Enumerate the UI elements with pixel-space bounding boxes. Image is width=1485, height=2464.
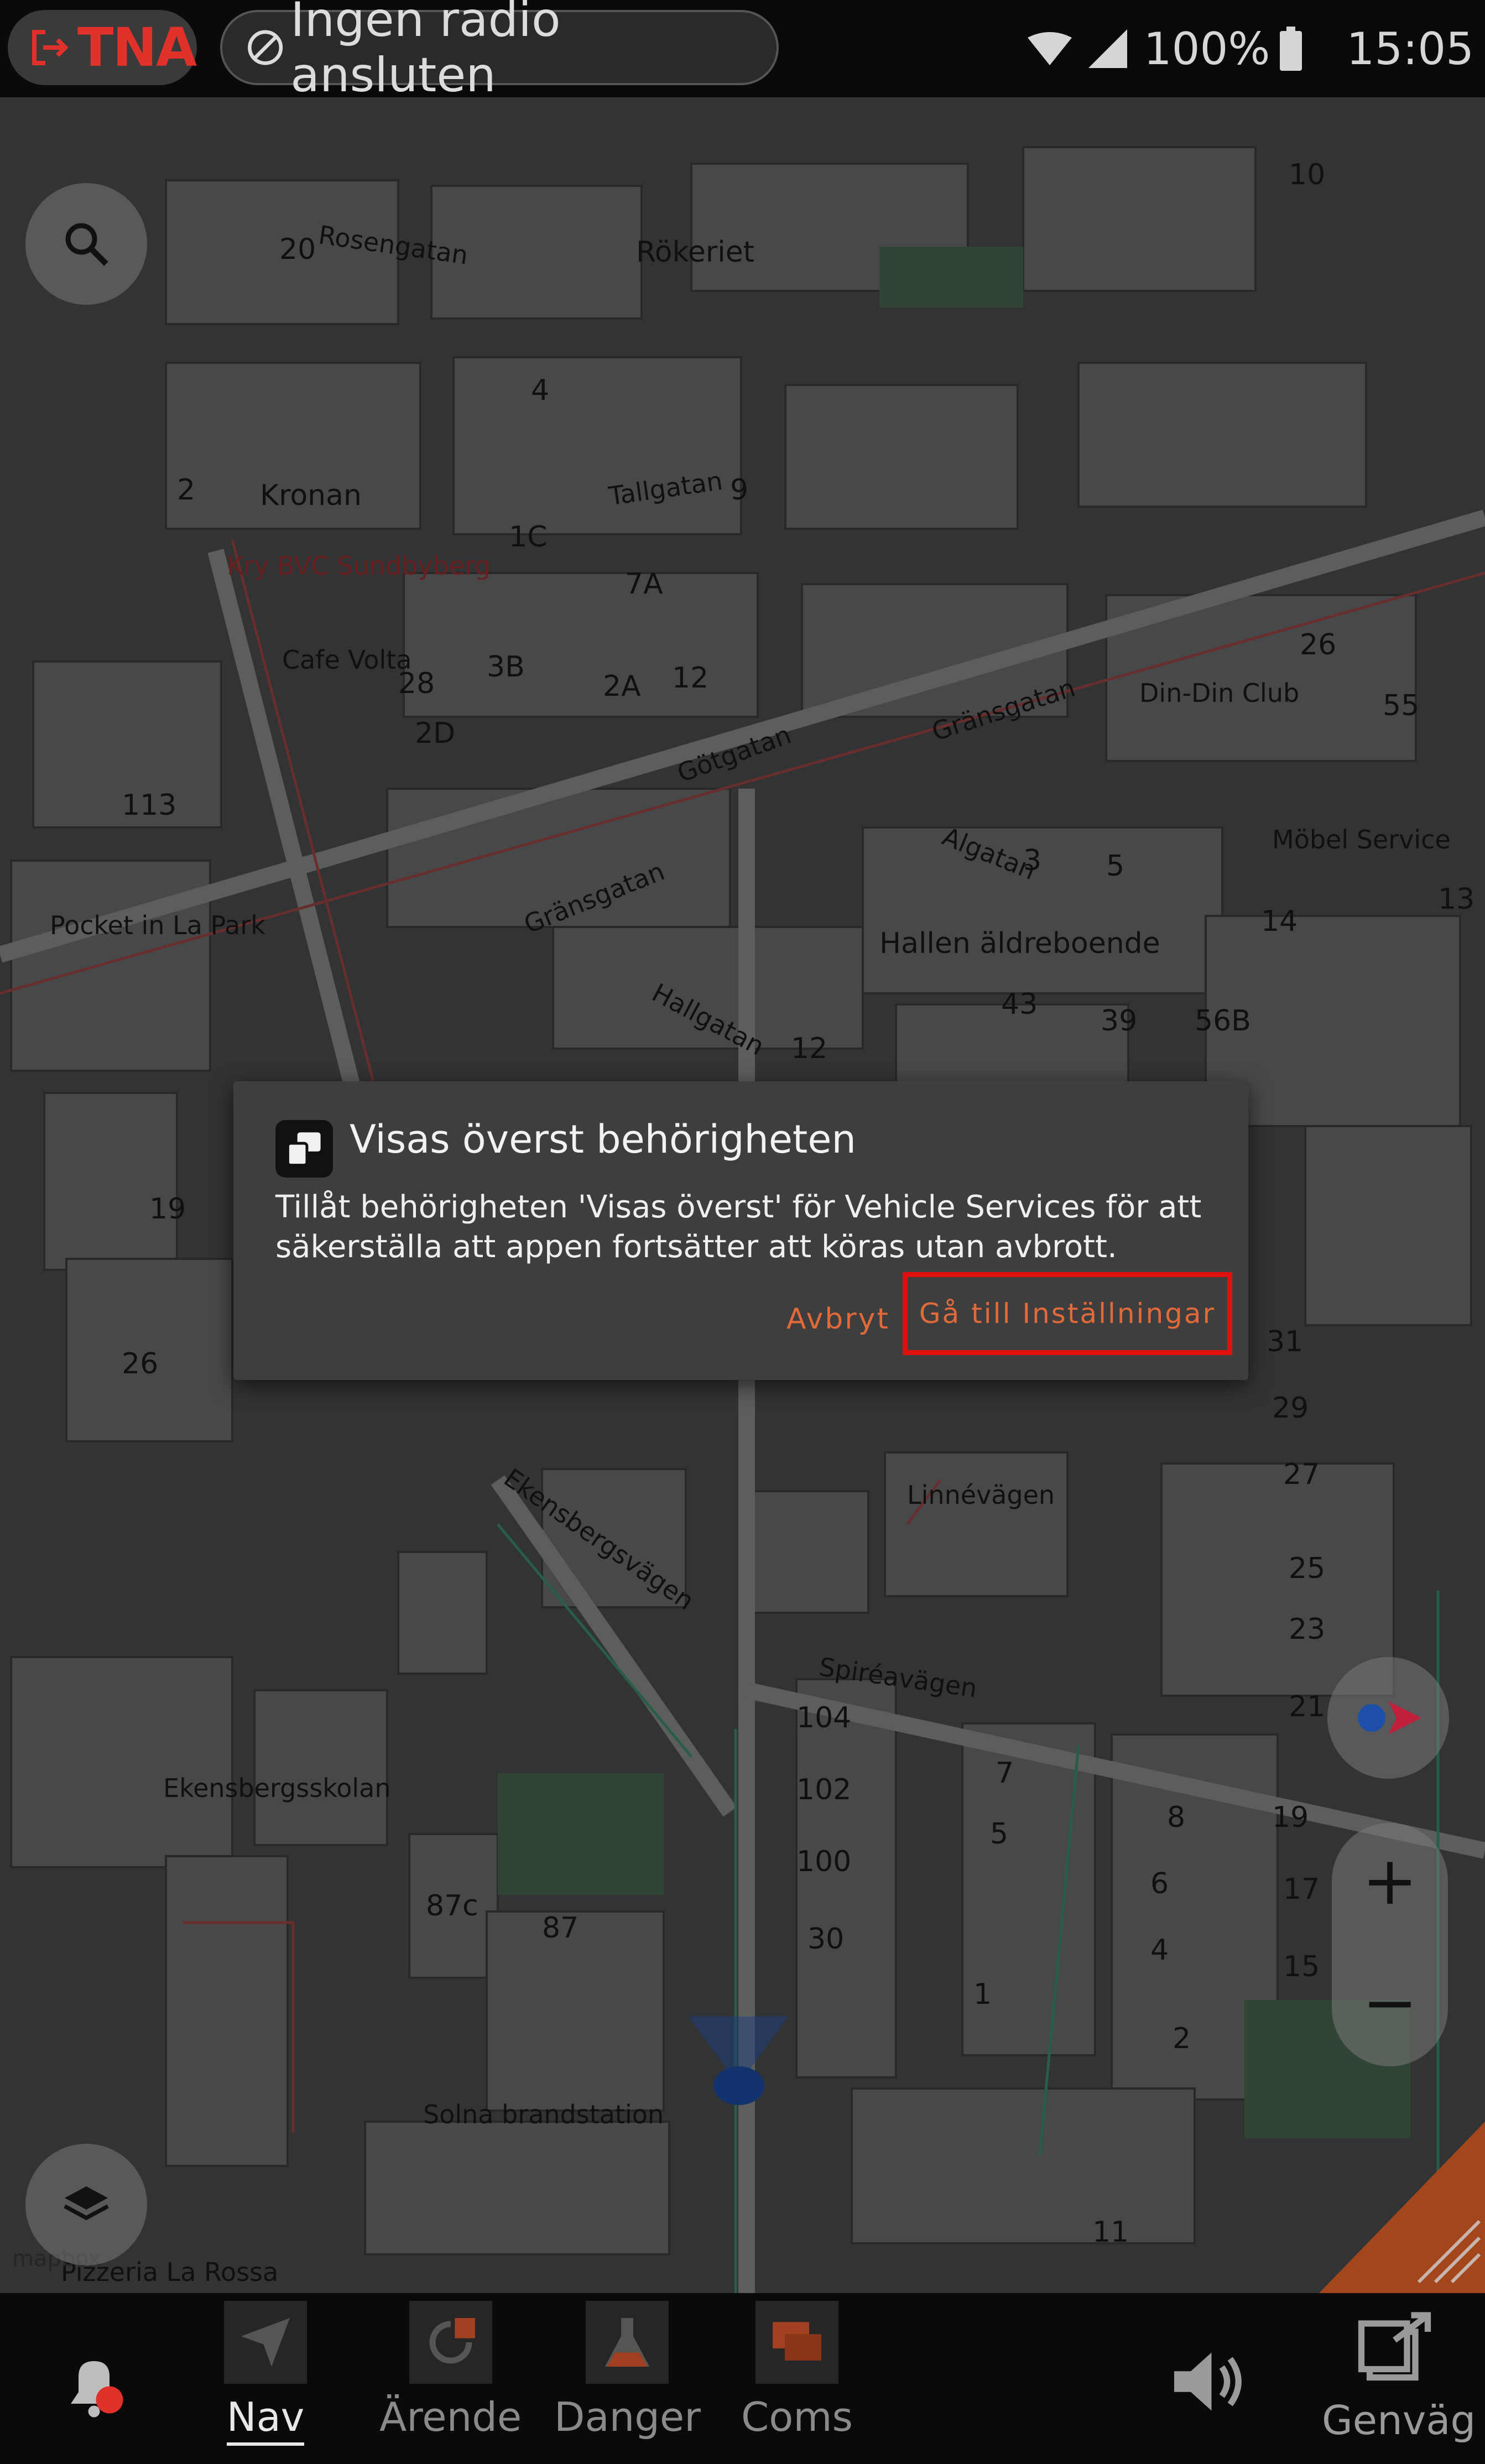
- tab-nav[interactable]: Nav: [224, 2301, 307, 2446]
- shortcut-label: Genväg: [1322, 2397, 1476, 2444]
- cancel-button[interactable]: Avbryt: [786, 1303, 890, 1336]
- external-link-icon: [1358, 2312, 1431, 2381]
- battery-icon: [1280, 27, 1302, 71]
- go-to-settings-button[interactable]: Gå till Inställningar: [903, 1272, 1232, 1355]
- tab-label: Ärende: [379, 2394, 522, 2440]
- recenter-button[interactable]: [1327, 1657, 1449, 1779]
- layers-icon: [64, 2186, 109, 2221]
- bottom-navigation: Nav Ärende Danger Coms Genväg: [0, 2293, 1485, 2464]
- tab-label: Nav: [226, 2394, 305, 2446]
- notification-bell-icon[interactable]: [55, 2346, 133, 2423]
- battery-percent: 100%: [1143, 23, 1270, 75]
- search-icon: [65, 223, 108, 266]
- permission-dialog: Visas överst behörigheten Tillåt behörig…: [233, 1081, 1248, 1380]
- tab-coms[interactable]: Coms: [741, 2301, 853, 2440]
- clock: 15:05: [1346, 23, 1474, 75]
- volume-icon[interactable]: [1166, 2340, 1249, 2423]
- tab-arende[interactable]: Ärende: [379, 2301, 522, 2440]
- tna-badge[interactable]: TNA: [8, 10, 197, 85]
- tab-label: Coms: [741, 2394, 853, 2440]
- signal-icon: [1088, 29, 1127, 68]
- locate-icon: [1358, 1701, 1421, 1734]
- shortcut-button[interactable]: Genväg: [1322, 2310, 1476, 2444]
- zoom-in-button[interactable]: +: [1332, 1823, 1448, 1939]
- layers-button[interactable]: [25, 2144, 147, 2265]
- tab-danger[interactable]: Danger: [554, 2301, 701, 2440]
- task-refresh-icon: [409, 2301, 492, 2384]
- zoom-controls: + −: [1332, 1823, 1448, 2066]
- dialog-title: Visas överst behörigheten: [350, 1117, 856, 1162]
- overlay-permission-icon: [275, 1120, 333, 1178]
- status-bar: TNA Ingen radio ansluten 100% 15:05: [0, 0, 1485, 103]
- tab-label: Danger: [554, 2394, 701, 2440]
- tna-label: TNA: [77, 17, 197, 79]
- dialog-message: Tillåt behörigheten 'Visas överst' för V…: [275, 1189, 1202, 1265]
- flask-icon: [586, 2301, 669, 2384]
- drawer-handle[interactable]: [1319, 2122, 1485, 2293]
- wifi-icon: [1027, 32, 1072, 65]
- radio-status-pill[interactable]: Ingen radio ansluten: [220, 0, 779, 103]
- no-connection-icon: [248, 30, 283, 65]
- navigation-arrow-icon: [224, 2301, 307, 2384]
- zoom-out-button[interactable]: −: [1332, 1945, 1448, 2061]
- chat-icon: [755, 2301, 838, 2384]
- search-button[interactable]: [25, 183, 147, 305]
- system-tray: 100% 15:05: [1027, 11, 1474, 86]
- logout-icon: [32, 30, 69, 65]
- radio-status-text: Ingen radio ansluten: [290, 0, 561, 103]
